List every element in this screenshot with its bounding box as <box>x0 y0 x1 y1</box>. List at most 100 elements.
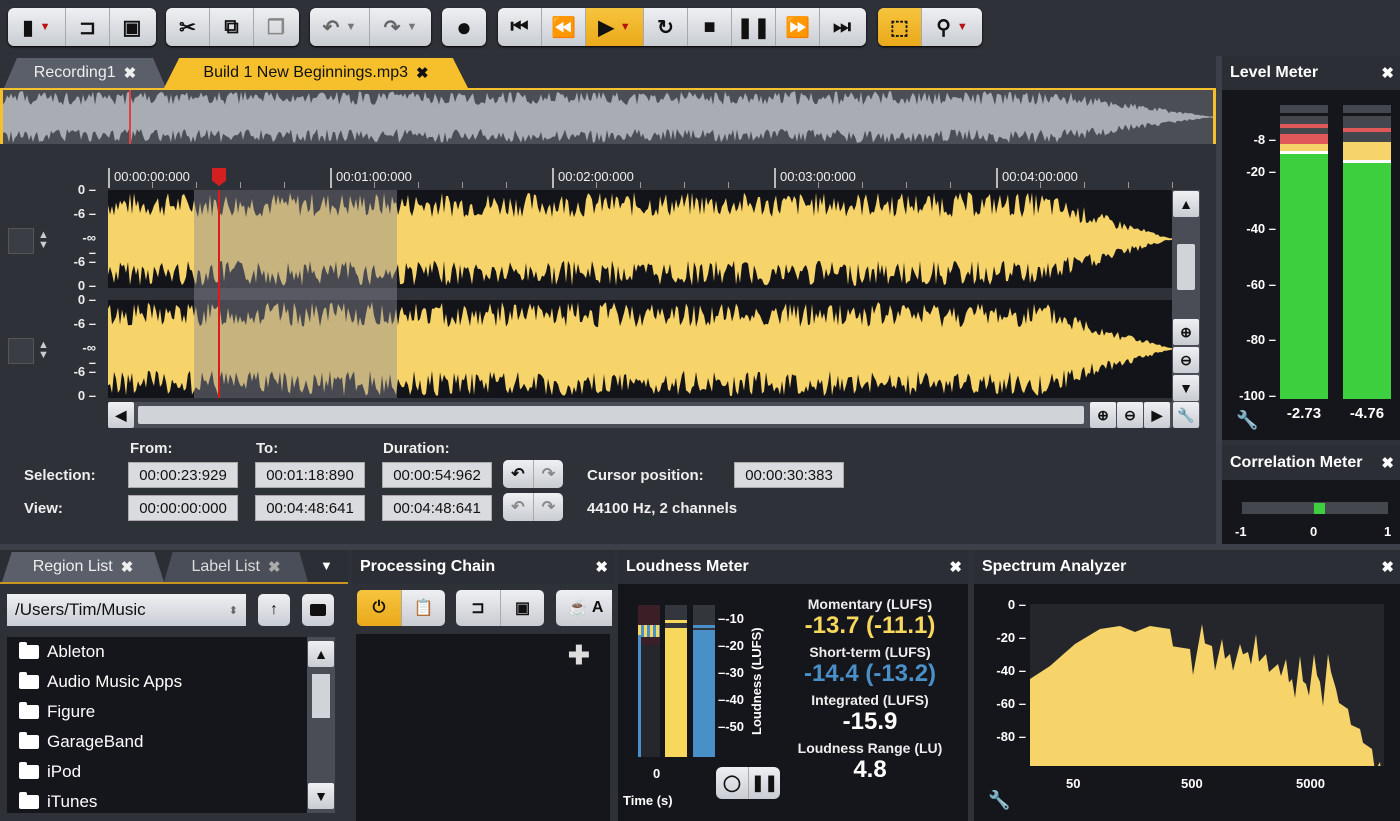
chain-open-button[interactable]: ⊐ <box>456 590 500 626</box>
close-icon[interactable]: ✖ <box>416 64 429 82</box>
tabs-overflow-icon[interactable]: ▼ <box>320 558 333 573</box>
browse-folder-button[interactable] <box>302 594 334 626</box>
cursor-position-field[interactable]: 00:00:30:383 <box>734 462 844 488</box>
ruler-minor-tick <box>1128 182 1129 188</box>
spectrum-settings-icon[interactable]: 🔧 <box>988 790 1010 811</box>
close-icon[interactable]: ✖ <box>1381 64 1394 82</box>
close-icon[interactable]: ✖ <box>121 558 134 576</box>
horizontal-scroll-thumb[interactable] <box>138 406 1084 424</box>
close-icon[interactable]: ✖ <box>1381 558 1394 576</box>
folder-list-item[interactable]: Audio Music Apps <box>7 667 307 697</box>
loudness-scale-label: –-10 <box>718 611 745 626</box>
tab-label-list[interactable]: Label List ✖ <box>164 552 308 582</box>
scroll-left-button[interactable]: ◀ <box>108 402 134 428</box>
path-select[interactable]: /Users/Tim/Music ⬍ <box>7 594 246 626</box>
pause-button[interactable]: ❚❚ <box>732 8 776 46</box>
redo-button[interactable]: ↷ ▼ <box>370 8 431 46</box>
folder-scroll-thumb[interactable] <box>312 674 330 718</box>
selection-region[interactable] <box>194 190 397 398</box>
close-icon[interactable]: ✖ <box>1381 454 1394 472</box>
horizontal-zoom-out-button[interactable]: ⊖ <box>1117 402 1143 428</box>
new-file-button[interactable]: ▮ ▼ <box>8 8 66 46</box>
selection-tool-button[interactable]: ⬚ <box>878 8 922 46</box>
scroll-right-button[interactable]: ▶ <box>1144 402 1170 428</box>
view-from-field[interactable]: 00:00:00:000 <box>128 495 238 521</box>
time-ruler[interactable]: 00:00:00:000 00:01:00:000 00:02:00:000 00:0… <box>106 166 1173 190</box>
tab-region-list[interactable]: Region List ✖ <box>2 552 164 582</box>
chain-power-group: ⏻ 📋 <box>357 590 445 626</box>
selection-label: Selection: <box>24 467 96 484</box>
channel-1-envelope-button[interactable] <box>8 228 34 254</box>
selection-duration-field[interactable]: 00:00:54:962 <box>382 462 492 488</box>
folder-scroll-down-button[interactable]: ▼ <box>308 783 334 809</box>
scroll-up-button[interactable]: ▲ <box>1173 191 1199 217</box>
folder-list-item[interactable]: iTunes <box>7 787 307 813</box>
duration-header: Duration: <box>383 440 450 457</box>
undo-button[interactable]: ↶ ▼ <box>310 8 370 46</box>
folder-scroll-up-button[interactable]: ▲ <box>308 641 334 667</box>
selection-undo-button[interactable]: ↶ <box>503 460 533 488</box>
wrench-icon: 🔧 <box>1177 406 1195 423</box>
skip-to-end-icon: ⏭ <box>833 15 851 38</box>
play-button[interactable]: ▶ ▼ <box>586 8 644 46</box>
overview-playhead <box>129 90 131 144</box>
close-icon[interactable]: ✖ <box>268 558 281 576</box>
ruler-minor-tick <box>1040 182 1041 188</box>
close-icon[interactable]: ✖ <box>595 558 608 576</box>
chevron-down-icon: ▼ <box>956 21 968 33</box>
loop-button[interactable]: ↻ <box>644 8 688 46</box>
vertical-zoom-out-button[interactable]: ⊖ <box>1173 347 1199 373</box>
ruler-minor-tick <box>152 182 153 188</box>
scroll-down-button[interactable]: ▼ <box>1173 375 1199 401</box>
folder-list-item[interactable]: iPod <box>7 757 307 787</box>
selection-redo-button[interactable]: ↷ <box>533 460 563 488</box>
chain-power-button[interactable]: ⏻ <box>357 590 401 626</box>
zoom-tool-button[interactable]: ⚲ ▼ <box>922 8 982 46</box>
loudness-axis-label: Loudness (LUFS) <box>749 627 764 735</box>
stop-button[interactable]: ■ <box>688 8 732 46</box>
selection-to-field[interactable]: 00:01:18:890 <box>255 462 365 488</box>
chain-apply-button[interactable]: ☕ A <box>556 590 612 626</box>
fast-forward-button[interactable]: ⏩ <box>776 8 820 46</box>
vertical-zoom-in-button[interactable]: ⊕ <box>1173 319 1199 345</box>
loudness-pause-button[interactable]: ❚❚ <box>748 767 780 799</box>
skip-to-start-button[interactable]: ⏮ <box>498 8 542 46</box>
momentary-loudness-bar <box>665 628 687 757</box>
folder-list-item[interactable]: Ableton <box>7 637 307 667</box>
spectrum-curve <box>1030 624 1384 789</box>
folder-list-item[interactable]: Figure <box>7 697 307 727</box>
waveform-overview[interactable] <box>0 90 1216 144</box>
chain-clipboard-button[interactable]: 📋 <box>401 590 445 626</box>
skip-to-end-button[interactable]: ⏭ <box>820 8 864 46</box>
vertical-scroll-thumb[interactable] <box>1177 244 1195 290</box>
right-level-bar <box>1343 163 1391 399</box>
level-meter-settings-icon[interactable]: 🔧 <box>1236 410 1258 431</box>
cut-button[interactable]: ✂ <box>166 8 210 46</box>
loudness-scale-label: –-30 <box>718 665 745 680</box>
open-button[interactable]: ⊐ <box>66 8 110 46</box>
horizontal-zoom-in-button[interactable]: ⊕ <box>1090 402 1116 428</box>
channel-1-updown-icon[interactable]: ▲ ▼ <box>38 230 49 251</box>
paste-button[interactable]: ❐ <box>254 8 298 46</box>
rewind-button[interactable]: ⏪ <box>542 8 586 46</box>
record-button[interactable]: ● <box>442 8 486 46</box>
tab-recording1[interactable]: Recording1 ✖ <box>4 58 166 88</box>
add-effect-button[interactable]: ✚ <box>568 640 590 671</box>
folder-list-item[interactable]: GarageBand <box>7 727 307 757</box>
copy-button[interactable]: ⧉ <box>210 8 254 46</box>
loudness-reset-button[interactable]: ◯ <box>716 767 748 799</box>
view-redo-button[interactable]: ↷ <box>533 493 563 521</box>
chain-save-button[interactable]: ▣ <box>500 590 544 626</box>
waveform-settings-button[interactable]: 🔧 <box>1173 402 1199 428</box>
close-icon[interactable]: ✖ <box>949 558 962 576</box>
close-icon[interactable]: ✖ <box>124 64 137 82</box>
channel-2-updown-icon[interactable]: ▲ ▼ <box>38 340 49 361</box>
channel-2-envelope-button[interactable] <box>8 338 34 364</box>
tab-build-1-new-beginnings[interactable]: Build 1 New Beginnings.mp3 ✖ <box>164 58 468 88</box>
save-button[interactable]: ▣ <box>110 8 154 46</box>
view-duration-field[interactable]: 00:04:48:641 <box>382 495 492 521</box>
view-undo-button[interactable]: ↶ <box>503 493 533 521</box>
selection-from-field[interactable]: 00:00:23:929 <box>128 462 238 488</box>
parent-folder-button[interactable]: ↑ <box>258 594 290 626</box>
view-to-field[interactable]: 00:04:48:641 <box>255 495 365 521</box>
